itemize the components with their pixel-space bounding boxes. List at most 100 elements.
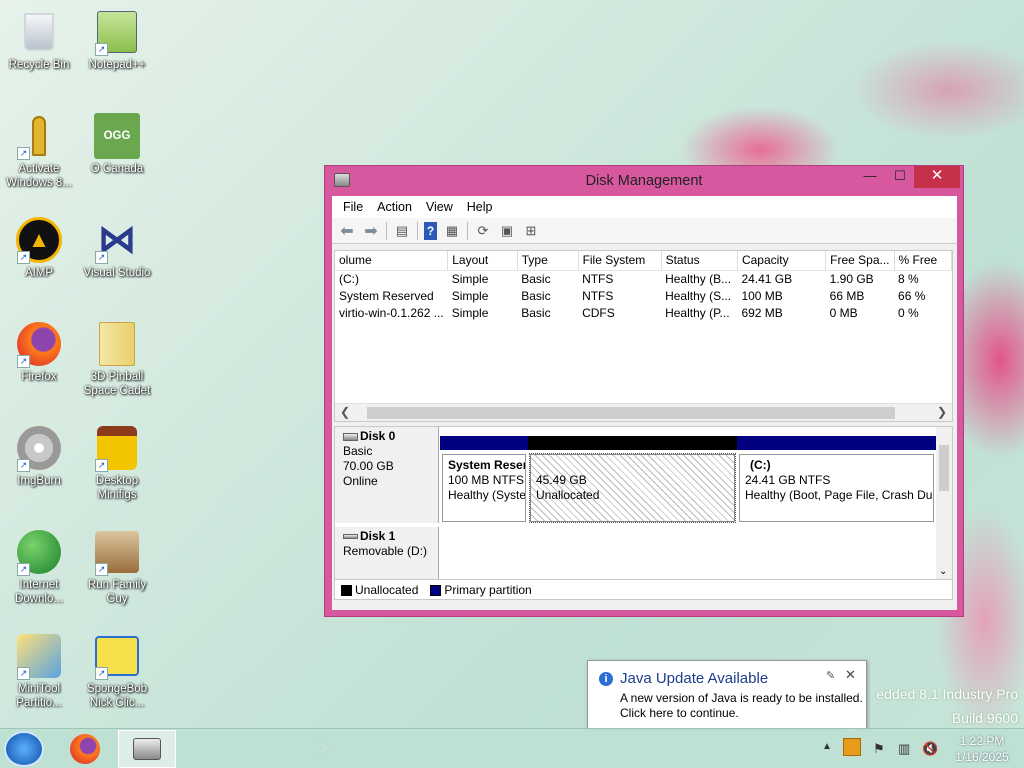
show-hide-console-tree-icon[interactable]: ▤ <box>393 222 411 240</box>
disk0-name: Disk 0 <box>360 429 396 443</box>
shortcut-arrow-icon: ↗ <box>95 667 108 680</box>
desktop-icon-desktop-minifigs[interactable]: ↗ Desktop Minifigs <box>78 424 156 502</box>
desktop-icon-label: Visual Studio <box>83 267 151 279</box>
partition-unallocated[interactable]: 45.49 GB Unallocated <box>528 436 737 523</box>
partition-status: Healthy (Syste <box>448 488 526 502</box>
column-header-type[interactable]: Type <box>517 251 579 271</box>
desktop-icon-pinball[interactable]: 3D Pinball Space Cadet <box>78 320 156 398</box>
scroll-down-icon[interactable]: ⌄ <box>939 566 947 577</box>
cell-type: Basic <box>521 288 551 303</box>
desktop-icon-imgburn[interactable]: ↗ ImgBurn <box>0 424 78 488</box>
volume-muted-icon[interactable]: 🔇 <box>922 741 938 757</box>
minimize-button[interactable]: — <box>855 166 885 188</box>
primary-partition-bar <box>737 436 936 450</box>
menu-help[interactable]: Help <box>460 200 500 214</box>
desktop-icon-recycle-bin[interactable]: Recycle Bin <box>0 8 78 72</box>
notification-close-icon[interactable]: ✕ <box>845 667 856 683</box>
cell-capacity: 692 MB <box>741 305 783 320</box>
menu-view[interactable]: View <box>419 200 460 214</box>
clock[interactable]: 1:22 PM 1/16/2025 <box>942 733 1022 765</box>
java-update-tray-icon[interactable] <box>843 738 861 756</box>
column-header-capacity[interactable]: Capacity <box>737 251 827 271</box>
desktop-icon-label: Activate Windows 8... <box>6 163 72 189</box>
column-header-file-system[interactable]: File System <box>578 251 662 271</box>
volume-table: olume Layout Type File System Status Cap… <box>335 251 952 321</box>
forward-icon[interactable]: ➡ <box>362 222 380 240</box>
desktop-icon-aimp[interactable]: ▲ ↗ AIMP <box>0 216 78 280</box>
java-update-notification[interactable]: i Java Update Available ✎ ✕ A new versio… <box>587 660 867 737</box>
desktop-icon-run-family-guy[interactable]: ↗ Run Family Guy <box>78 528 156 606</box>
desktop-icon-firefox[interactable]: ↗ Firefox <box>0 320 78 384</box>
windows-watermark-edition: edded 8.1 Industry Pro <box>876 686 1018 702</box>
legend-unallocated: Unallocated <box>341 583 418 597</box>
menu-file[interactable]: File <box>336 200 370 214</box>
action-center-flag-icon[interactable]: ⚑ <box>873 741 885 757</box>
column-header-percent-free[interactable]: % Free <box>894 251 952 271</box>
cell-status: Healthy (P... <box>665 305 730 320</box>
desktop-icon-label: ImgBurn <box>17 475 61 487</box>
notification-message[interactable]: A new version of Java is ready to be ins… <box>620 691 863 721</box>
desktop-icon-activate-windows[interactable]: ↗ Activate Windows 8... <box>0 112 78 190</box>
vertical-scrollbar[interactable]: ⌄ <box>936 427 952 579</box>
disk1-label[interactable]: Disk 1 Removable (D:) <box>335 527 439 579</box>
title-bar[interactable]: Disk Management — ☐ ✕ <box>325 166 963 196</box>
primary-partition-bar <box>440 436 528 450</box>
partition-system-reserved[interactable]: System Reser 100 MB NTFS Healthy (Syste <box>440 436 528 522</box>
partition-c[interactable]: (C:) 24.41 GB NTFS Healthy (Boot, Page F… <box>737 436 936 522</box>
partition-size: 100 MB NTFS <box>448 473 525 487</box>
show-hide-action-pane-icon[interactable]: ▦ <box>443 222 461 240</box>
desktop-icon-idm[interactable]: ↗ Internet Downlo... <box>0 528 78 606</box>
help-icon[interactable]: ? <box>424 221 437 240</box>
cell-status: Healthy (B... <box>665 271 732 286</box>
status-bar <box>332 600 957 610</box>
scroll-left-icon[interactable]: ❮ <box>340 405 350 419</box>
cell-capacity: 100 MB <box>741 288 783 303</box>
settings-icon[interactable]: ✎ <box>826 669 835 682</box>
properties-icon[interactable]: ▣ <box>498 222 516 240</box>
desktop-icon-notepadpp[interactable]: ↗ Notepad++ <box>78 8 156 72</box>
volume-list[interactable]: olume Layout Type File System Status Cap… <box>334 250 953 422</box>
column-header-free-space[interactable]: Free Spa... <box>825 251 895 271</box>
show-hidden-icons-chevron-icon[interactable]: ▲ <box>822 741 832 752</box>
desktop-icon-visual-studio[interactable]: ⋈ ↗ Visual Studio <box>78 216 156 280</box>
desktop-icon-minitool[interactable]: ↗ MiniTool Partitio... <box>0 632 78 710</box>
taskbar-disk-management[interactable] <box>118 730 176 768</box>
column-header-layout[interactable]: Layout <box>447 251 518 271</box>
table-row[interactable]: (C:) Simple Basic NTFS Healthy (B... 24.… <box>335 270 952 287</box>
horizontal-scrollbar[interactable]: ❮ ❯ <box>335 403 952 421</box>
cell-free-space: 0 MB <box>829 305 858 320</box>
start-button[interactable] <box>4 731 44 767</box>
disk0-label[interactable]: Disk 0 Basic 70.00 GB Online <box>335 427 439 523</box>
desktop-icon-spongebob[interactable]: ↗ SpongeBob Nick Clic... <box>78 632 156 710</box>
table-row[interactable]: virtio-win-0.1.262 ... Simple Basic CDFS… <box>335 304 952 321</box>
recycle-bin-icon <box>24 13 54 51</box>
scrollbar-thumb[interactable] <box>367 407 895 419</box>
partition-size: 24.41 GB NTFS <box>745 473 831 487</box>
scroll-right-icon[interactable]: ❯ <box>937 405 947 419</box>
close-button[interactable]: ✕ <box>914 166 960 188</box>
info-icon: i <box>599 672 613 686</box>
menu-action[interactable]: Action <box>370 200 419 214</box>
disk-management-window[interactable]: Disk Management — ☐ ✕ File Action View H… <box>324 165 964 617</box>
column-header-volume[interactable]: olume <box>335 251 449 271</box>
key-icon <box>32 116 46 156</box>
maximize-button[interactable]: ☐ <box>885 166 915 188</box>
firefox-icon <box>70 734 100 764</box>
shortcut-arrow-icon: ↗ <box>17 251 30 264</box>
network-icon[interactable]: ▥ <box>898 741 910 757</box>
table-row[interactable]: System Reserved Simple Basic NTFS Health… <box>335 287 952 304</box>
windows-watermark-build: Build 9600 <box>951 710 1018 726</box>
scrollbar-thumb[interactable] <box>939 445 949 491</box>
disk0-type: Basic <box>343 444 373 458</box>
refresh-icon[interactable]: ⟳ <box>474 222 492 240</box>
disk-management-icon <box>133 738 161 760</box>
disk-graphical-view[interactable]: Disk 0 Basic 70.00 GB Online System Rese… <box>334 426 953 580</box>
taskbar-firefox[interactable] <box>56 730 114 768</box>
back-icon[interactable]: ⬅ <box>338 222 356 240</box>
desktop-icon-o-canada[interactable]: OGG O Canada <box>78 112 156 176</box>
legend-label: Unallocated <box>355 582 419 597</box>
cell-file-system: NTFS <box>582 271 614 286</box>
rescan-disks-icon[interactable]: ⊞ <box>522 222 540 240</box>
desktop-icon-label: Run Family Guy <box>87 579 147 605</box>
column-header-status[interactable]: Status <box>661 251 738 271</box>
